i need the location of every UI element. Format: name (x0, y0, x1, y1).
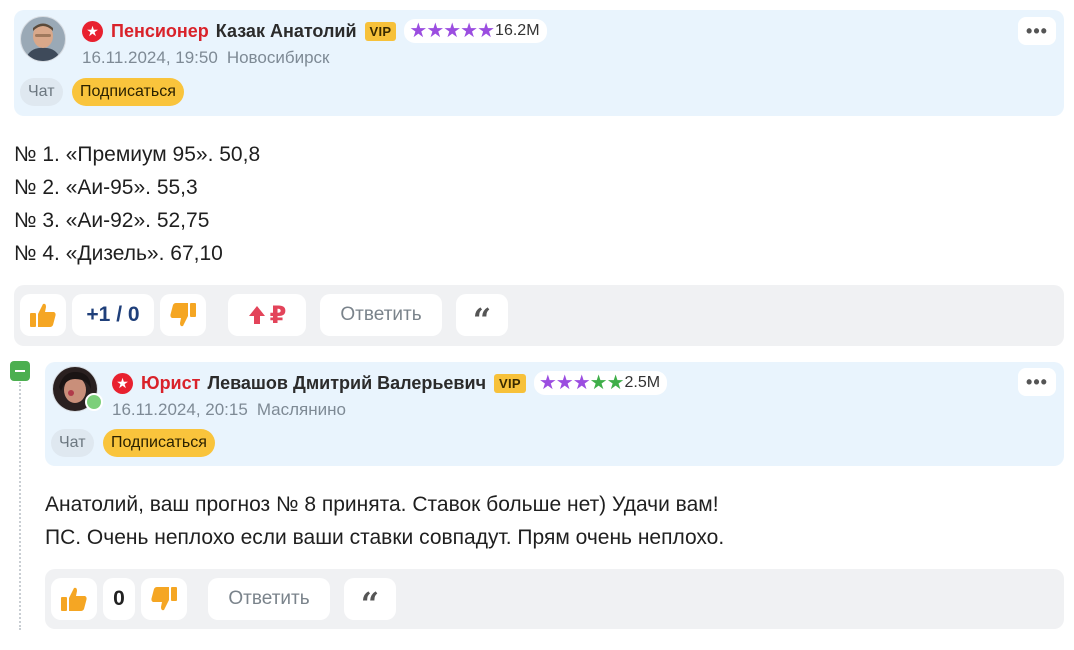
dislike-button[interactable] (160, 294, 206, 336)
comment-meta: 16.11.2024, 20:15 Маслянино (112, 400, 346, 420)
collapse-icon[interactable] (10, 361, 30, 381)
reply-label: Ответить (340, 304, 422, 325)
online-status (85, 393, 103, 411)
badge-star-icon: ★ (82, 20, 103, 42)
author-row: ★ Юрист Левашов Дмитрий Валерьевич VIP ★… (112, 371, 668, 395)
reply-button[interactable]: Ответить (208, 578, 330, 620)
author-role[interactable]: Пенсионер (111, 21, 209, 42)
author-row: ★ Пенсионер Казак Анатолий VIP ★★★★★ 16.… (82, 19, 547, 43)
quote-icon: “ (360, 585, 380, 623)
subscribe-button[interactable]: Подписаться (103, 429, 215, 457)
chat-button[interactable]: Чат (51, 429, 94, 457)
comment-line: ПС. Очень неплохо если ваши ставки совпа… (45, 526, 725, 549)
quote-button[interactable]: “ (344, 578, 396, 620)
reply-button[interactable]: Ответить (320, 294, 442, 336)
comment-line: Анатолий, ваш прогноз № 8 принята. Ставо… (45, 493, 719, 516)
like-button[interactable] (51, 578, 97, 620)
more-icon[interactable]: ••• (1018, 17, 1056, 45)
vote-count: +1 / 0 (86, 303, 140, 326)
comment-date: 16.11.2024, 20:15 (112, 400, 248, 419)
subscribe-button[interactable]: Подписаться (72, 78, 184, 106)
quote-icon: “ (472, 301, 492, 339)
vote-count: 0 (113, 587, 125, 610)
author-name[interactable]: Левашов Дмитрий Валерьевич (207, 373, 486, 394)
chat-button[interactable]: Чат (20, 78, 63, 106)
vote-score: +1 / 0 (72, 294, 154, 336)
action-bar (45, 569, 1064, 629)
comment-date: 16.11.2024, 19:50 (82, 48, 218, 67)
reply-label: Ответить (228, 588, 310, 609)
thread-line (19, 382, 21, 630)
thumb-up-icon (30, 303, 56, 327)
thumb-down-icon (170, 303, 196, 327)
thumb-up-icon (61, 587, 87, 611)
vote-score: 0 (103, 578, 135, 620)
comment-line: № 3. «Аи-92». 52,75 (14, 209, 210, 232)
rating-badge: ★★★★★ 2.5M (533, 371, 668, 395)
rating-value: 16.2M (495, 22, 540, 39)
like-button[interactable] (20, 294, 66, 336)
comment-city: Новосибирск (226, 48, 330, 67)
comment-city: Маслянино (256, 400, 346, 419)
vip-badge: VIP (364, 21, 397, 41)
rating-value: 2.5M (624, 374, 661, 391)
author-name[interactable]: Казак Анатолий (216, 21, 357, 42)
badge-star-icon: ★ (112, 372, 133, 394)
arrow-up-icon (248, 306, 265, 324)
star-icon: ★★★★★ (538, 372, 625, 394)
dislike-button[interactable] (141, 578, 187, 620)
comment-line: № 4. «Дизель». 67,10 (14, 242, 223, 265)
avatar[interactable] (20, 16, 66, 62)
ruble-icon: ₽ (269, 301, 287, 329)
tip-button[interactable]: ₽ (228, 294, 306, 336)
thumb-down-icon (151, 587, 177, 611)
rating-badge: ★★★★★ 16.2M (404, 19, 547, 43)
vip-badge: VIP (494, 373, 526, 393)
quote-button[interactable]: “ (456, 294, 508, 336)
author-role[interactable]: Юрист (141, 373, 200, 394)
comment-line: № 2. «Аи-95». 55,3 (14, 176, 198, 199)
star-icon: ★★★★★ (409, 20, 495, 42)
comment-line: № 1. «Премиум 95». 50,8 (14, 143, 261, 166)
more-icon[interactable]: ••• (1018, 368, 1056, 396)
comment-meta: 16.11.2024, 19:50 Новосибирск (82, 48, 329, 68)
